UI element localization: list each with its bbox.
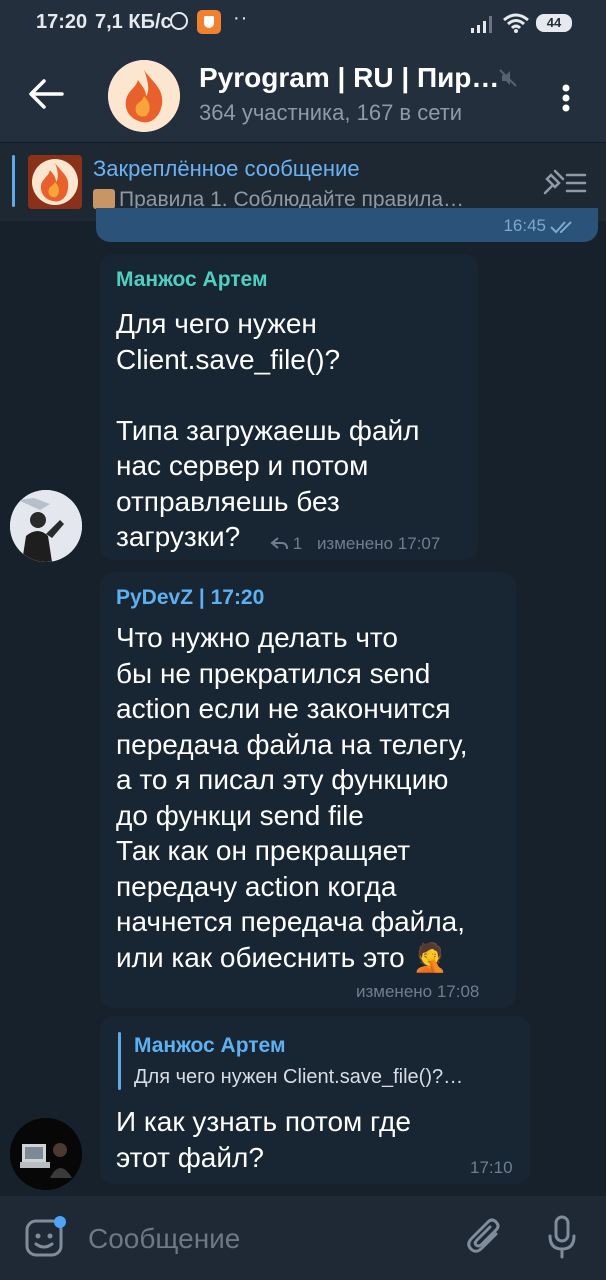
text-line: а то я писал эту функцию — [116, 764, 449, 795]
message-time: 16:45 — [503, 216, 546, 235]
text-line: Для чего нужен — [116, 308, 317, 339]
message-sender[interactable]: PyDevZ | 17:20 — [116, 586, 264, 610]
message-sender[interactable]: Манжос Артем — [116, 268, 267, 292]
attach-paperclip-icon[interactable] — [466, 1216, 504, 1258]
text-line: передачу action когда — [116, 870, 397, 902]
battery-icon: 44 — [536, 14, 572, 32]
edited-time: изменено 17:07 — [316, 534, 441, 553]
reply-arrow-icon — [270, 537, 288, 550]
reply-text: Для чего нужен Client.save_file()?… — [134, 1066, 464, 1088]
text-line: начнется передача файла, — [116, 906, 466, 937]
muted-icon — [499, 69, 517, 87]
message-input[interactable] — [86, 1218, 450, 1260]
sticker-emoji-button[interactable] — [24, 1216, 66, 1258]
microphone-icon[interactable] — [546, 1214, 578, 1260]
text-line: action если не закончится — [116, 693, 451, 724]
wifi-icon — [503, 13, 529, 33]
pinned-title: Закреплённое сообщение — [93, 156, 360, 181]
text-line: Client.save_file()? — [116, 343, 341, 375]
chat-subtitle: 364 участника, 167 в сети — [199, 100, 463, 125]
status-time: 17:20 — [36, 11, 88, 33]
sender-avatar[interactable] — [10, 1118, 82, 1190]
pinned-accent-bar — [12, 155, 15, 207]
double-check-icon — [550, 221, 572, 234]
text-line: или как обиеснить это 🤦 — [116, 941, 448, 973]
message-bubble[interactable]: Манжос Артем Для чего нужен Client.save_… — [100, 254, 478, 560]
flame-logo-icon — [108, 60, 180, 132]
message-text: И как узнать потом где этот файл? — [116, 1104, 411, 1175]
text-line: передача файла на телегу, — [116, 728, 468, 760]
text-line: И как узнать потом где — [116, 1106, 411, 1137]
more-notifications-icon: ·· — [233, 7, 249, 29]
pinned-thumbnail — [28, 155, 82, 209]
back-arrow-icon[interactable] — [26, 76, 66, 112]
text-line: бы не прекратился send — [116, 657, 431, 689]
status-bar: 17:20 7,1 КБ/с ·· 44 — [0, 0, 606, 46]
message-text: Для чего нужен Client.save_file()? Типа … — [116, 306, 420, 555]
scroll-icon — [93, 189, 115, 209]
reply-count: 1 — [292, 534, 303, 553]
text-line: нас сервер и потом — [116, 450, 369, 481]
message-text: Что нужно делать что бы не прекратился s… — [116, 620, 468, 975]
previous-outgoing-message[interactable]: 16:45 — [96, 208, 598, 242]
sticker-icon — [25, 1216, 66, 1257]
reply-sender: Манжос Артем — [134, 1034, 286, 1057]
signal-icon — [471, 16, 492, 33]
group-avatar[interactable] — [108, 60, 180, 132]
reply-preview[interactable]: Манжос Артем Для чего нужен Client.save_… — [118, 1030, 518, 1094]
message-meta: 1 изменено 17:07 — [270, 534, 440, 554]
chat-header: Pyrogram | RU | Пир… 364 участника, 167 … — [0, 46, 606, 142]
text-line: Что нужно делать что — [116, 622, 398, 653]
text-line: до функци send file — [116, 799, 364, 831]
chat-title[interactable]: Pyrogram | RU | Пир… — [199, 62, 499, 94]
message-bubble[interactable]: Манжос Артем Для чего нужен Client.save_… — [100, 1016, 530, 1184]
more-vertical-icon[interactable] — [556, 80, 576, 116]
text-line: Так как он прекращяет — [116, 835, 411, 866]
reply-accent-bar — [118, 1032, 121, 1090]
edited-time: изменено 17:08 — [356, 982, 480, 1001]
sender-avatar[interactable] — [10, 490, 82, 562]
alarm-icon — [170, 12, 188, 30]
text-line: Типа загружаешь файл — [116, 414, 420, 446]
shield-app-icon — [197, 10, 221, 34]
message-bubble[interactable]: PyDevZ | 17:20 Что нужно делать что бы н… — [100, 572, 516, 1008]
composer-bar — [0, 1196, 606, 1280]
text-line: отправляешь без — [116, 485, 340, 517]
pin-list-icon[interactable] — [541, 167, 587, 197]
status-speed: 7,1 КБ/с — [95, 11, 172, 33]
text-line: этот файл? — [116, 1141, 264, 1173]
text-gap — [116, 377, 420, 413]
message-time: 17:10 — [470, 1158, 513, 1177]
